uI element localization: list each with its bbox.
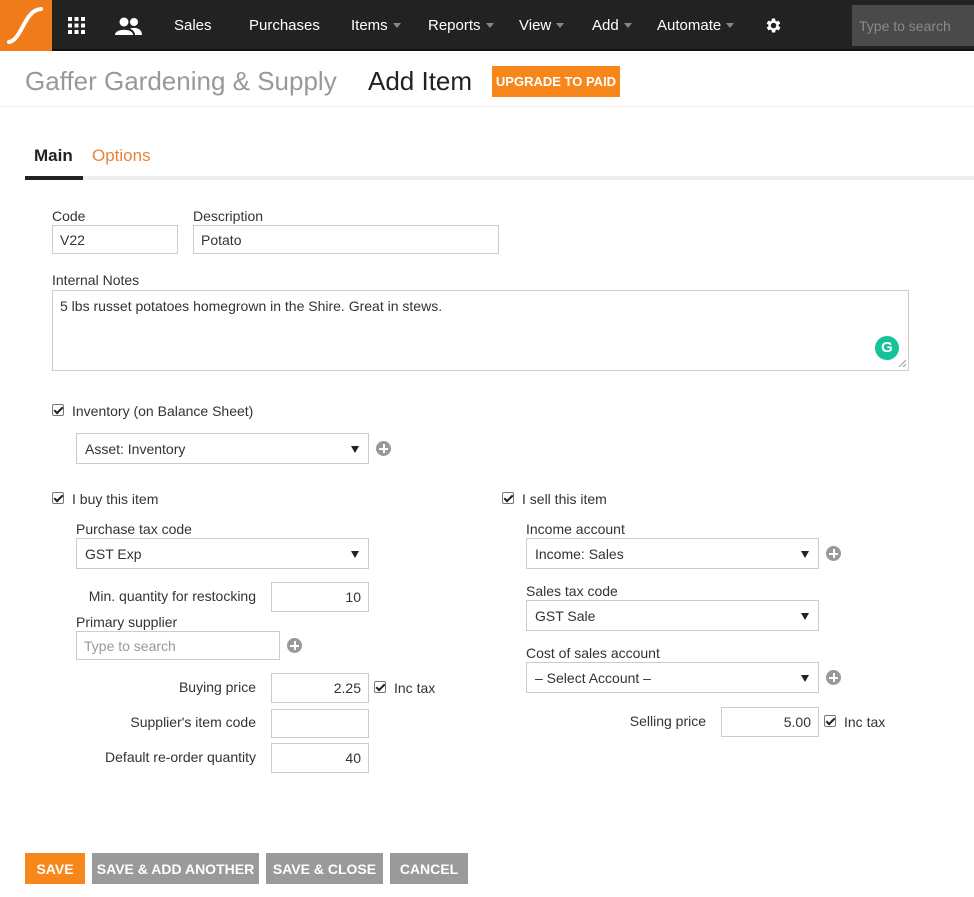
supplier-item-code-label: Supplier's item code <box>130 714 256 730</box>
code-label: Code <box>52 208 86 224</box>
nav-view[interactable]: View <box>519 0 565 51</box>
buy-item-label: I buy this item <box>72 491 159 507</box>
contacts-icon[interactable] <box>114 0 142 51</box>
income-account-label: Income account <box>526 521 625 537</box>
nav-automate-label: Automate <box>657 17 722 34</box>
purchase-tax-code-select[interactable]: GST Exp <box>76 538 369 569</box>
dropdown-arrow-icon <box>801 612 809 620</box>
dropdown-arrow-icon <box>351 550 359 558</box>
page-title: Add Item <box>368 66 473 96</box>
add-income-account-icon[interactable] <box>826 546 841 561</box>
nav-reports[interactable]: Reports <box>428 0 494 51</box>
nav-sales[interactable]: Sales <box>174 0 212 51</box>
internal-notes-textarea[interactable]: 5 lbs russet potatoes homegrown in the S… <box>52 290 909 371</box>
nav-items-label: Items <box>351 17 388 34</box>
dropdown-arrow-icon <box>351 445 359 453</box>
caret-down-icon <box>726 22 735 28</box>
internal-notes-label: Internal Notes <box>52 272 140 288</box>
purchase-tax-code-value: GST Exp <box>85 545 142 562</box>
nav-view-label: View <box>519 17 552 34</box>
cancel-button[interactable]: CANCEL <box>390 853 468 884</box>
sales-tax-code-select[interactable]: GST Sale <box>526 600 819 631</box>
primary-supplier-label: Primary supplier <box>76 614 178 630</box>
header-divider <box>0 106 974 107</box>
nav-automate[interactable]: Automate <box>657 0 735 51</box>
sell-item-label: I sell this item <box>522 491 607 507</box>
inventory-label: Inventory (on Balance Sheet) <box>72 403 254 419</box>
inventory-checkbox[interactable] <box>52 404 64 416</box>
resize-grip-icon[interactable] <box>898 359 906 367</box>
global-search-input[interactable] <box>852 5 974 46</box>
cost-of-sales-select[interactable]: – Select Account – <box>526 662 819 693</box>
nav-purchases[interactable]: Purchases <box>249 0 320 51</box>
nav-purchases-label: Purchases <box>249 17 320 34</box>
caret-down-icon <box>623 22 632 28</box>
nav-sales-label: Sales <box>174 17 212 34</box>
min-quantity-input[interactable] <box>271 582 369 612</box>
income-account-select[interactable]: Income: Sales <box>526 538 819 569</box>
caret-down-icon <box>392 22 401 28</box>
selling-inc-tax-checkbox[interactable] <box>824 715 836 727</box>
description-input[interactable] <box>193 225 499 254</box>
cost-of-sales-value: – Select Account – <box>535 669 651 686</box>
active-tab-indicator <box>25 176 83 180</box>
code-input[interactable] <box>52 225 178 254</box>
inventory-account-value: Asset: Inventory <box>85 440 186 457</box>
selling-inc-tax-label: Inc tax <box>844 714 886 730</box>
reorder-quantity-label: Default re-order quantity <box>105 749 256 765</box>
caret-down-icon <box>485 22 494 28</box>
income-account-value: Income: Sales <box>535 545 624 562</box>
save-and-close-button[interactable]: SAVE & CLOSE <box>266 853 383 884</box>
add-inventory-account-icon[interactable] <box>376 441 391 456</box>
save-and-add-another-button[interactable]: SAVE & ADD ANOTHER <box>92 853 259 884</box>
add-cost-of-sales-account-icon[interactable] <box>826 670 841 685</box>
company-name: Gaffer Gardening & Supply <box>25 66 337 96</box>
inventory-account-select[interactable]: Asset: Inventory <box>76 433 369 464</box>
tab-options[interactable]: Options <box>92 146 151 166</box>
primary-supplier-input[interactable] <box>76 631 280 660</box>
sell-item-checkbox[interactable] <box>502 492 514 504</box>
caret-down-icon <box>556 22 565 28</box>
sales-tax-code-label: Sales tax code <box>526 583 618 599</box>
nav-add[interactable]: Add <box>592 0 632 51</box>
dropdown-arrow-icon <box>801 550 809 558</box>
save-button[interactable]: SAVE <box>25 853 85 884</box>
supplier-item-code-input[interactable] <box>271 709 369 738</box>
buying-price-input[interactable] <box>271 673 369 703</box>
cost-of-sales-label: Cost of sales account <box>526 645 660 661</box>
grammarly-icon[interactable]: G <box>875 336 899 360</box>
sales-tax-code-value: GST Sale <box>535 607 596 624</box>
description-label: Description <box>193 208 264 224</box>
upgrade-button[interactable]: UPGRADE TO PAID <box>492 66 620 97</box>
min-quantity-label: Min. quantity for restocking <box>88 588 256 604</box>
nav-reports-label: Reports <box>428 17 481 34</box>
selling-price-input[interactable] <box>721 707 819 737</box>
top-navbar: Sales Purchases Items Reports View Add A… <box>0 0 974 51</box>
buying-inc-tax-checkbox[interactable] <box>374 681 386 693</box>
gear-icon[interactable] <box>763 0 783 51</box>
nav-items[interactable]: Items <box>351 0 401 51</box>
dropdown-arrow-icon <box>801 674 809 682</box>
buying-price-label: Buying price <box>178 679 256 695</box>
buying-inc-tax-label: Inc tax <box>394 680 436 696</box>
nav-add-label: Add <box>592 17 619 34</box>
reorder-quantity-input[interactable] <box>271 743 369 773</box>
tab-bar-rule <box>25 176 974 180</box>
selling-price-label: Selling price <box>629 713 706 729</box>
grid-icon[interactable] <box>66 0 86 51</box>
purchase-tax-code-label: Purchase tax code <box>76 521 192 537</box>
app-logo-icon[interactable] <box>0 0 52 51</box>
buy-item-checkbox[interactable] <box>52 492 64 504</box>
tab-main[interactable]: Main <box>34 146 73 166</box>
add-supplier-icon[interactable] <box>287 638 302 653</box>
